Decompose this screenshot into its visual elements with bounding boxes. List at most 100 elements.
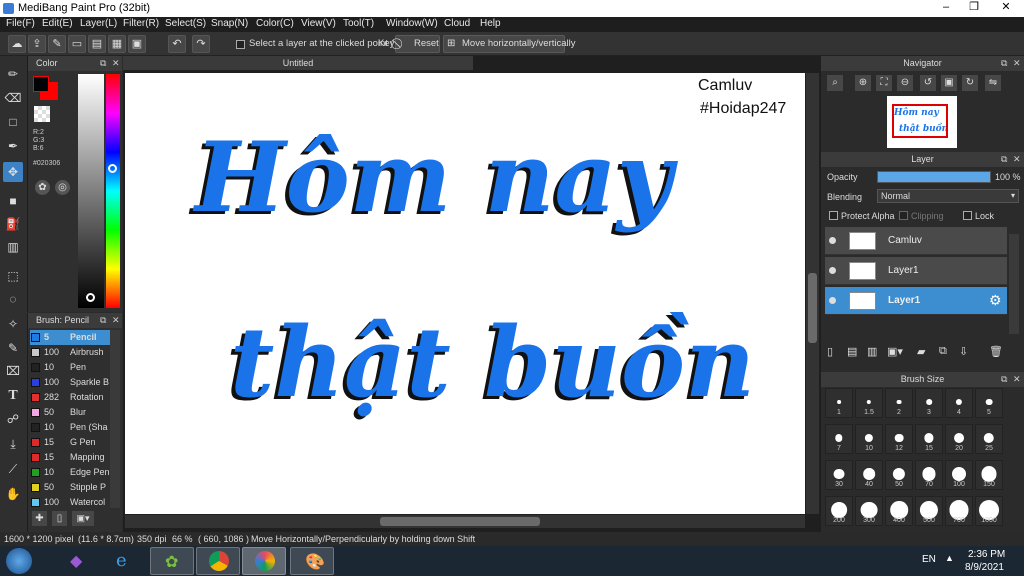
float-icon[interactable]: ⧉ (1001, 152, 1007, 167)
brush-size-cell[interactable]: 200 (825, 496, 853, 526)
tray-arrow-icon[interactable]: ▲ (945, 553, 954, 563)
brush-size-cell[interactable]: 10 (855, 424, 883, 454)
brush-size-cell[interactable]: 150 (975, 460, 1003, 490)
brush-size-cell[interactable]: 20 (945, 424, 973, 454)
cloud-icon[interactable]: ☁ (8, 35, 26, 53)
start-button[interactable] (6, 548, 32, 574)
taskbar-medibang[interactable] (242, 547, 286, 575)
brush-size-cell[interactable]: 50 (885, 460, 913, 490)
menu-tool[interactable]: Tool(T) (343, 18, 374, 29)
taskbar-chrome[interactable] (196, 547, 240, 575)
menu-filter[interactable]: Filter(R) (123, 18, 159, 29)
clock-time[interactable]: 2:36 PM (968, 549, 1005, 560)
operation-tool-icon[interactable]: ☍ (3, 409, 23, 429)
brush-item[interactable]: 50 Stipple P (30, 480, 110, 495)
menu-layer[interactable]: Layer(L) (80, 18, 117, 29)
lock-checkbox[interactable] (963, 211, 972, 220)
trash-icon[interactable]: 🗑 (989, 345, 1003, 358)
maximize-button[interactable]: ❐ (962, 0, 986, 15)
new-layer-icon[interactable]: ▯ (827, 345, 833, 358)
brush-item[interactable]: 15 G Pen (30, 435, 110, 450)
fill-rect-tool-icon[interactable]: ■ (3, 191, 23, 211)
menu-file[interactable]: File(F) (6, 18, 35, 29)
reset-button[interactable]: ⃠ Reset (395, 35, 440, 53)
select-layer-checkbox[interactable] (236, 40, 245, 49)
gallery-icon[interactable]: ▦ (108, 35, 126, 53)
close-panel-icon[interactable]: ✕ (112, 313, 120, 328)
undo-icon[interactable]: ↶ (168, 35, 186, 53)
merge-down-icon[interactable]: ⇩ (959, 345, 968, 358)
taskbar-paint[interactable]: 🎨 (290, 547, 334, 575)
dot-tool-icon[interactable]: □ (3, 112, 23, 132)
visibility-icon[interactable] (829, 267, 836, 274)
brush-size-cell[interactable]: 30 (825, 460, 853, 490)
transparent-swatch[interactable] (34, 106, 50, 122)
brush-size-cell[interactable]: 25 (975, 424, 1003, 454)
taskbar-app-green[interactable]: ✿ (150, 547, 194, 575)
layer-scrollbar[interactable] (1009, 234, 1019, 334)
add-brush-icon[interactable]: ✚ (32, 511, 47, 526)
new-color-layer-icon[interactable]: ▥ (867, 345, 877, 358)
brush-item[interactable]: 10 Edge Pen (30, 465, 110, 480)
close-panel-icon[interactable]: ✕ (1013, 372, 1021, 387)
minimize-button[interactable]: – (934, 0, 958, 15)
bucket-tool-icon[interactable]: ⛽ (3, 214, 23, 234)
float-icon[interactable]: ⧉ (1001, 56, 1007, 71)
brush-size-cell[interactable]: 15 (915, 424, 943, 454)
clipping-checkbox[interactable] (899, 211, 908, 220)
brush-size-cell[interactable]: 2 (885, 388, 913, 418)
visibility-icon[interactable] (829, 297, 836, 304)
reset-view-icon[interactable]: ▣ (941, 75, 957, 91)
brightness-slider[interactable] (78, 74, 104, 308)
language-indicator[interactable]: EN (922, 554, 936, 565)
taskbar-visual-studio[interactable]: ◆ (56, 547, 100, 575)
close-panel-icon[interactable]: ✕ (1013, 56, 1021, 71)
menu-window[interactable]: Window(W) (386, 18, 438, 29)
brush-scrollbar[interactable] (110, 330, 120, 508)
brush-size-cell[interactable]: 40 (855, 460, 883, 490)
layer-menu-icon[interactable]: ▣▾ (887, 345, 903, 358)
brush-size-cell[interactable]: 7 (825, 424, 853, 454)
close-panel-icon[interactable]: ✕ (1013, 152, 1021, 167)
document-tab[interactable]: Untitled (123, 56, 473, 70)
zoom-out-icon[interactable]: ⊖ (897, 75, 913, 91)
move-tool-icon[interactable]: ✥ (3, 162, 23, 182)
horizontal-scrollbar[interactable] (125, 515, 805, 528)
close-panel-icon[interactable]: ✕ (112, 56, 120, 71)
rotate-right-icon[interactable]: ↻ (962, 75, 978, 91)
layer-row-layer1-top[interactable]: Layer1 (825, 257, 1007, 285)
document-icon[interactable]: ▤ (88, 35, 106, 53)
visibility-icon[interactable] (829, 237, 836, 244)
select-rect-tool-icon[interactable]: ⬚ (3, 266, 23, 286)
menu-help[interactable]: Help (480, 18, 501, 29)
select-pen-tool-icon[interactable]: ✎ (3, 338, 23, 358)
menu-view[interactable]: View(V) (301, 18, 336, 29)
brush-menu-icon[interactable]: ▣▾ (72, 511, 94, 526)
color-wheel-icon[interactable]: ◎ (55, 180, 70, 195)
select-eraser-tool-icon[interactable]: ⌧ (3, 361, 23, 381)
brush-item[interactable]: 10 Pen (Sha (30, 420, 110, 435)
menu-edit[interactable]: Edit(E) (42, 18, 73, 29)
brush-size-cell[interactable]: 3 (915, 388, 943, 418)
brush-size-cell[interactable]: 300 (855, 496, 883, 526)
vertical-scrollbar[interactable] (806, 73, 819, 514)
hue-slider[interactable] (106, 74, 120, 308)
float-icon[interactable]: ⧉ (100, 56, 106, 71)
brush-size-cell[interactable]: 100 (945, 460, 973, 490)
fit-icon[interactable]: ⛶ (876, 75, 892, 91)
brush-item[interactable]: 100 Watercol (30, 495, 110, 510)
eyedropper-tool-icon[interactable]: ⤓ (3, 434, 23, 454)
gear-icon[interactable]: ⚙ (989, 292, 1002, 309)
eraser-tool-icon[interactable]: ⌫ (3, 88, 23, 108)
palette-icon[interactable]: ✿ (35, 180, 50, 195)
brush-size-cell[interactable]: 400 (885, 496, 913, 526)
flip-icon[interactable]: ⇋ (985, 75, 1001, 91)
navigator-preview[interactable]: Hôm nay thật buồn (887, 96, 957, 148)
brush-size-cell[interactable]: 700 (945, 496, 973, 526)
comment-icon[interactable]: ✎ (48, 35, 66, 53)
horizontal-scroll-thumb[interactable] (380, 517, 540, 526)
brush-item[interactable]: 10 Pen (30, 360, 110, 375)
brush-size-cell[interactable]: 1 (825, 388, 853, 418)
brush-size-cell[interactable]: 70 (915, 460, 943, 490)
redo-icon[interactable]: ↷ (192, 35, 210, 53)
